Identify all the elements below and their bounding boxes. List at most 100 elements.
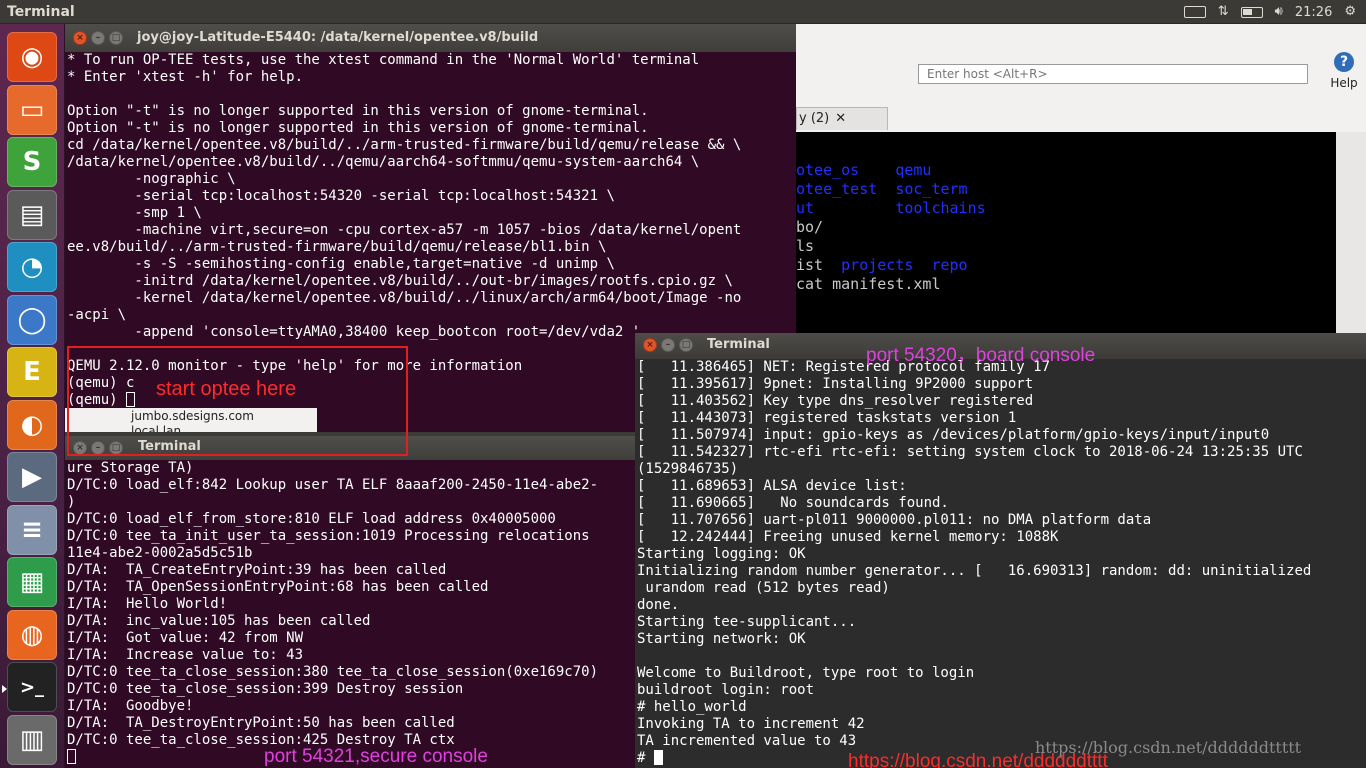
terminal-token: ls: [796, 237, 815, 255]
terminal-line: Option "-t" is no longer supported in th…: [67, 103, 649, 119]
terminal-line: D/TA: TA_CreateEntryPoint:39 has been ca…: [67, 562, 447, 578]
terminal-line: [ 11.690665] No soundcards found.: [637, 495, 949, 511]
video-app-icon[interactable]: ▶: [7, 452, 57, 502]
terminal-line: Initializing random number generator... …: [637, 563, 1312, 579]
maximize-button[interactable]: □: [109, 31, 123, 45]
firefox-icon[interactable]: ◍: [7, 609, 57, 660]
launcher-glyph: ◉: [20, 42, 44, 72]
terminal-line: D/TC:0 tee_ta_close_session:399 Destroy …: [67, 681, 464, 697]
terminal-line: D/TC:0 load_elf_from_store:810 ELF load …: [67, 511, 556, 527]
battery-icon[interactable]: [1240, 6, 1263, 18]
terminal-line: I/TA: Goodbye!: [67, 698, 194, 714]
tab-label: y (2): [799, 111, 830, 126]
terminal-line: Invoking TA to increment 42: [637, 716, 865, 732]
terminal-line: done.: [637, 597, 680, 613]
minimize-button[interactable]: –: [91, 31, 105, 45]
ubuntu-dash-icon[interactable]: ◉: [7, 32, 57, 82]
terminal-line: [ 11.395617] 9pnet: Installing 9P2000 su…: [637, 376, 1034, 392]
terminal-line: -acpi \: [67, 307, 127, 323]
terminal-line: 11e4-abe2-0002a5d5c51b: [67, 545, 253, 561]
secure-terminal-window: × – □ Terminal ure Storage TA) D/TC:0 loa…: [65, 436, 635, 768]
terminal-line: I/TA: Got value: 42 from NW: [67, 630, 304, 646]
editor-e-icon[interactable]: E: [7, 347, 57, 397]
terminal-app-icon[interactable]: ▤: [7, 189, 57, 240]
host-input[interactable]: [918, 64, 1308, 84]
terminal-token: qemu: [895, 161, 932, 179]
terminal-line: (1529846735): [637, 461, 739, 477]
stack-app-icon[interactable]: ≡: [7, 504, 57, 555]
terminal-token: ut: [796, 199, 896, 217]
text-cursor: [67, 749, 76, 764]
terminal-token: ist: [796, 256, 842, 274]
board-terminal-window: × – □ Terminal [ 11.386465] NET: Registe…: [635, 333, 1366, 768]
help-button[interactable]: ? Help: [1324, 52, 1364, 96]
terminal-token: bo/: [796, 218, 824, 236]
terminal-line: Starting tee-supplicant...: [637, 614, 857, 630]
terminal-line: buildroot login: root: [637, 682, 815, 698]
workspace-icon[interactable]: ▥: [7, 714, 57, 765]
scrollbar[interactable]: [1336, 132, 1366, 334]
terminal-token: cat manifest.xml: [796, 275, 941, 293]
launcher-glyph: >_: [19, 676, 45, 698]
launcher: ◉ ▭ S ▤ ◔ ◯ E ◐ ▶ ≡ ▦ ◍ >_ ▥: [0, 24, 65, 768]
terminal-line: -smp 1 \: [67, 205, 202, 221]
indicator-area: ⇅ 🔊︎ 21:26 ⚙: [1183, 0, 1356, 24]
terminal-line: D/TC:0 tee_ta_init_user_ta_session:1019 …: [67, 528, 590, 544]
spreadsheet-icon[interactable]: ▦: [7, 557, 57, 607]
network-icon[interactable]: ⇅: [1218, 0, 1229, 24]
clock[interactable]: 21:26: [1295, 5, 1332, 20]
close-button[interactable]: ×: [73, 31, 87, 45]
annotation-board-console: port 54320，board console: [866, 345, 1096, 366]
terminal-line: [ 11.542327] rtc-efi rtc-efi: setting sy…: [637, 444, 1303, 460]
terminal-line: [ 11.707656] uart-pl011 9000000.pl011: n…: [637, 512, 1152, 528]
terminal-token: otee_test: [796, 180, 896, 198]
terminal-line: ee.v8/build/../arm-trusted-firmware/buil…: [67, 239, 607, 255]
launcher-glyph: E: [23, 357, 41, 387]
terminal-line: ure Storage TA): [67, 460, 194, 476]
volume-icon[interactable]: 🔊︎: [1275, 0, 1283, 24]
launcher-glyph: ▤: [19, 199, 45, 230]
launcher-glyph: ◯: [17, 304, 47, 335]
minimize-button[interactable]: –: [661, 338, 675, 352]
chromium-icon[interactable]: ◯: [7, 294, 57, 345]
annotation-url: https://blog.csdn.net/ddddddtttt: [848, 751, 1108, 768]
maximize-button[interactable]: □: [679, 338, 693, 352]
terminal-line: Starting network: OK: [637, 631, 806, 647]
terminal-line: bo/: [796, 218, 1336, 237]
terminal-line: [ 11.403562] Key type dns_resolver regis…: [637, 393, 1034, 409]
background-terminal-output: otee_os qemu otee_test soc_term ut toolcha…: [796, 132, 1336, 334]
network-app-icon[interactable]: ◔: [7, 242, 57, 292]
terminal-line: # hello_world: [637, 699, 747, 715]
terminal-token: otee_os: [796, 161, 896, 179]
terminal-line: Starting logging: OK: [637, 546, 806, 562]
launcher-glyph: S: [22, 147, 42, 177]
terminal-line: -initrd /data/kernel/opentee.v8/build/..…: [67, 273, 733, 289]
title-bar[interactable]: × – □ joy@joy-Latitude-E5440: /data/kern…: [65, 24, 796, 52]
terminal-output[interactable]: [ 11.386465] NET: Registered protocol fa…: [635, 359, 1366, 768]
keyboard-icon[interactable]: [1183, 6, 1206, 18]
terminal-line: urandom read (512 bytes read): [637, 580, 890, 596]
annotation-start-optee: start optee here: [156, 378, 297, 400]
terminal-token: toolchains: [895, 199, 986, 217]
terminal-output[interactable]: ure Storage TA) D/TC:0 load_elf:842 Looku…: [65, 460, 635, 768]
terminal-line: -nographic \: [67, 171, 236, 187]
tab-session[interactable]: y (2) ✕: [796, 107, 888, 130]
terminal-icon[interactable]: >_: [2, 662, 57, 712]
software-app-icon[interactable]: ◐: [7, 399, 57, 450]
terminal-line: Welcome to Buildroot, type root to login: [637, 665, 975, 681]
terminal-line: I/TA: Hello World!: [67, 596, 228, 612]
close-icon[interactable]: ✕: [835, 111, 846, 126]
terminal-token: soc_term: [895, 180, 968, 198]
files-icon[interactable]: ▭: [7, 84, 57, 135]
gear-icon[interactable]: ⚙: [1344, 0, 1356, 24]
sublime-editor-icon[interactable]: S: [7, 137, 57, 187]
window-title: joy@joy-Latitude-E5440: /data/kernel/ope…: [137, 30, 539, 45]
launcher-glyph: ◔: [20, 252, 44, 282]
close-button[interactable]: ×: [643, 338, 657, 352]
top-panel: Terminal ⇅ 🔊︎ 21:26 ⚙: [0, 0, 1366, 24]
terminal-token: repo: [931, 256, 968, 274]
terminal-line: D/TC:0 load_elf:842 Lookup user TA ELF 8…: [67, 477, 599, 493]
terminal-line: [ 11.507974] input: gpio-keys as /device…: [637, 427, 1270, 443]
